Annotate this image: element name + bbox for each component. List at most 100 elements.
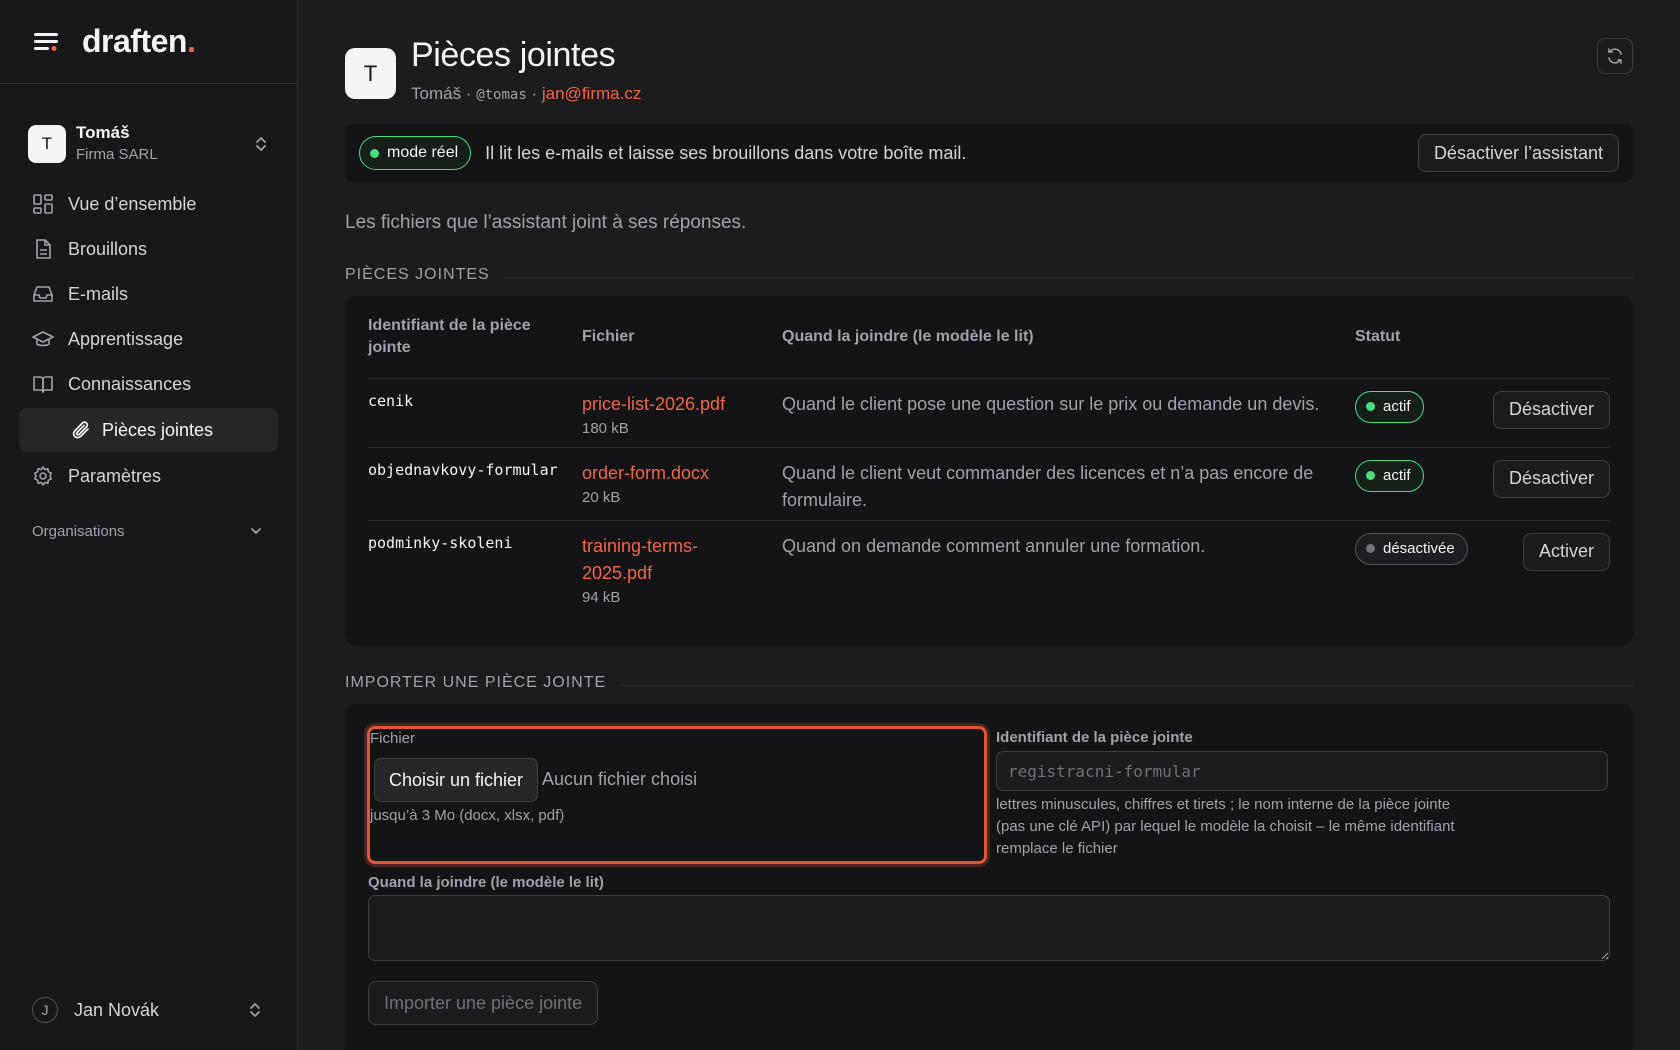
inbox-icon [32,283,54,305]
main-content: T Pièces jointes Tomáš · @tomas · jan@fi… [345,0,1633,1050]
gear-icon [32,465,54,487]
refresh-button[interactable] [1597,38,1633,74]
separator: · [526,84,542,103]
user-avatar: J [32,997,58,1023]
chevron-up-down-icon [253,135,269,153]
attachment-file-link[interactable]: training-terms-2025.pdf [582,533,732,587]
attachment-id: cenik [368,391,414,410]
id-field: Identifiant de la pièce jointe lettres m… [996,729,1608,860]
attachment-when: Quand on demande comment annuler une for… [782,535,1206,556]
column-header-file: Fichier [582,327,635,345]
profile-handle: @tomas [476,87,527,103]
profile-line: Tomáš · @tomas · jan@firma.cz [411,84,641,104]
refresh-icon [1606,47,1624,65]
id-hint: lettres minuscules, chiffres et tirets ;… [996,794,1608,860]
column-header-id: Identifiant de la pièce jointe [368,316,531,356]
sidebar-item-label: E-mails [68,283,129,304]
page-header: T Pièces jointes Tomáš · @tomas · jan@fi… [345,0,1633,120]
status-badge-label: désactivée [1383,540,1455,557]
sidebar-item-label: Vue d’ensemble [68,193,197,214]
attachments-table: Identifiant de la pièce jointe Fichier Q… [368,296,1610,620]
sidebar-item-overview[interactable]: Vue d’ensemble [0,182,297,226]
sidebar-item-label: Connaissances [68,373,192,394]
user-name: Jan Novák [74,999,160,1020]
import-attachment-button[interactable]: Importer une pièce jointe [368,981,599,1025]
attachment-when: Quand le client pose une question sur le… [782,393,1320,414]
choose-file-button[interactable]: Choisir un fichier [374,758,539,802]
sidebar-item-label: Paramètres [68,465,162,486]
status-badge: actif [1355,390,1424,423]
attachment-when: Quand le client veut commander des licen… [782,462,1314,510]
sidebar-item-label: Brouillons [68,238,148,259]
sidebar-item-knowledge[interactable]: Connaissances [0,362,297,406]
table-row: objednavkovy-formular order-form.docx 20… [368,446,1610,520]
paperclip-icon [70,419,92,441]
deactivate-button[interactable]: Désactiver [1492,459,1610,498]
import-card: Fichier Choisir un fichier Aucun fichier… [345,704,1633,1050]
id-hint-line: lettres minuscules, chiffres et tirets ;… [996,796,1451,813]
status-badge-label: actif [1383,398,1411,415]
sidebar-item-settings[interactable]: Paramètres [0,454,297,498]
page-title: Pièces jointes [411,36,616,74]
chevron-up-down-icon [247,1001,263,1019]
section-title: PIÈCES JOINTES [345,266,490,283]
column-header-actions [1485,296,1610,378]
sidebar-item-attachments[interactable]: Pièces jointes [19,408,278,452]
status-badge: actif [1355,459,1424,492]
separator: · [461,84,477,103]
table-row: cenik price-list-2026.pdf 180 kB Quand l… [368,377,1610,447]
attachment-size: 20 kB [582,488,621,506]
sidebar-item-label: Apprentissage [68,328,184,349]
grid-icon [32,193,54,215]
attachment-file-link[interactable]: price-list-2026.pdf [582,391,782,418]
sidebar-item-label: Pièces jointes [102,419,214,440]
attachment-id: objednavkovy-formular [368,460,558,479]
account-name: Tomáš [76,123,130,142]
user-menu[interactable]: J Jan Novák [32,990,263,1030]
section-title: IMPORTER UNE PIÈCE JOINTE [345,674,607,691]
no-file-text: Aucun fichier choisi [542,769,698,789]
account-avatar: T [28,125,66,163]
logo[interactable]: draften. [82,23,196,60]
brand-bar: draften. [0,0,297,84]
page-description: Les fichiers que l’assistant joint à ses… [345,212,747,233]
when-field: Quand la joindre (le modèle le lit) [368,874,1610,966]
attachment-id: podminky-skoleni [368,533,513,552]
when-field-label: Quand la joindre (le modèle le lit) [368,874,604,891]
when-textarea[interactable] [368,895,1610,961]
organisations-toggle[interactable]: Organisations [0,516,297,546]
import-section-header: IMPORTER UNE PIÈCE JOINTE [345,674,1633,692]
attachment-size: 180 kB [582,419,629,437]
account-org: Firma SARL [76,146,158,163]
book-icon [32,373,54,395]
status-badge: désactivée [1355,532,1468,565]
sidebar-item-learning[interactable]: Apprentissage [0,317,297,361]
column-header-when: Quand la joindre (le modèle le lit) [782,327,1034,345]
mode-badge-label: mode réel [387,144,459,161]
id-hint-line: (pas une clé API) par lequel le modèle l… [996,818,1455,835]
mode-banner: mode réel Il lit les e-mails et laisse s… [345,124,1633,182]
profile-email-link[interactable]: jan@firma.cz [542,84,641,103]
attachments-card: Identifiant de la pièce jointe Fichier Q… [345,296,1633,646]
organisations-label: Organisations [32,522,125,540]
sidebar-item-drafts[interactable]: Brouillons [0,227,297,271]
disable-assistant-button[interactable]: Désactiver l’assistant [1417,134,1619,172]
mode-badge: mode réel [359,136,472,170]
id-hint-line: remplace le fichier [996,840,1118,857]
table-row: podminky-skoleni training-terms-2025.pdf… [368,519,1610,620]
menu-icon[interactable] [32,30,60,54]
sidebar: draften. T Tomáš Firma SARL Vue d’ensemb… [0,0,298,1050]
account-switcher[interactable]: T Tomáš Firma SARL [0,116,297,172]
status-badge-label: actif [1383,467,1411,484]
attachment-id-input[interactable] [996,751,1608,791]
attachment-file-link[interactable]: order-form.docx [582,460,782,487]
activate-button[interactable]: Activer [1522,532,1610,571]
sidebar-nav: Vue d’ensemble Brouillons E-mails Appren… [0,182,297,498]
profile-name: Tomáš [411,84,462,103]
id-field-label: Identifiant de la pièce jointe [996,729,1193,746]
deactivate-button[interactable]: Désactiver [1492,390,1610,429]
sidebar-item-emails[interactable]: E-mails [0,272,297,316]
chevron-down-icon [249,524,263,538]
column-header-status: Statut [1355,327,1401,345]
file-hint: jusqu’à 3 Mo (docx, xlsx, pdf) [370,807,565,824]
